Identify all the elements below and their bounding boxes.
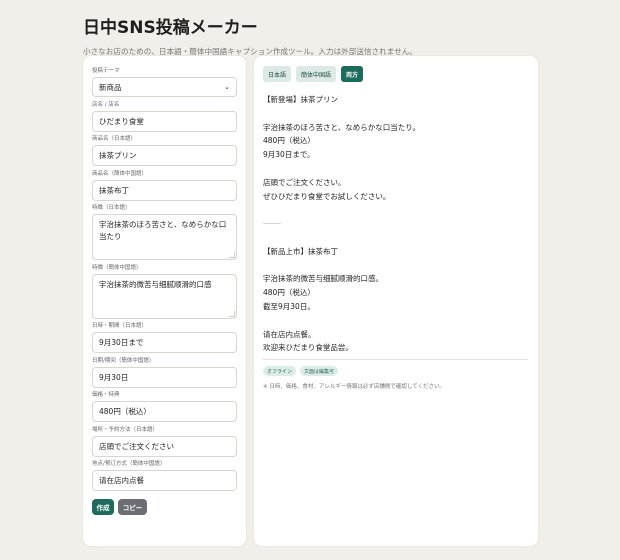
product-name-ja-field: 商品名（日本語） 抹茶プリン [92, 136, 237, 166]
post-line [263, 162, 529, 176]
feature-ja-field: 特徴（日本語） 宇治抹茶のほろ苦さと、なめらかな口当たり [92, 205, 237, 260]
tab-both[interactable]: 両方 [341, 66, 364, 82]
resize-handle-icon[interactable] [229, 252, 235, 258]
feature-ja-label: 特徴（日本語） [92, 205, 131, 211]
post-line: 请在店内点餐。 [263, 329, 316, 339]
create-button[interactable]: 作成 [92, 499, 114, 515]
product-name-ja-input[interactable]: 抹茶プリン [92, 145, 237, 166]
post-line [263, 314, 529, 328]
post-line: 9月30日まで。 [263, 150, 315, 160]
feature-zh-field: 特徴（簡体中国語） 宇治抹茶的微苦与细腻顺滑的口感 [92, 265, 237, 319]
post-preview: 【新登場】抹茶プリン 宇治抹茶のほろ苦さと、なめらかな口当たり。 480円（税込… [263, 93, 529, 355]
date-ja-input[interactable]: 9月30日まで [92, 332, 237, 353]
status-badge: 文面は編集可 [300, 366, 339, 377]
disclaimer-note: ※ 日時、価格、食材、アレルギー情報は必ず店舗側で確認してください。 [263, 384, 446, 391]
shop-name-input[interactable]: ひだまり食堂 [92, 110, 237, 132]
feature-ja-value: 宇治抹茶のほろ苦さと、なめらかな口当たり [99, 220, 227, 241]
shop-name-field: 店名 / 店名 ひだまり食堂 [92, 102, 237, 132]
price-input[interactable]: 480円（税込） [92, 401, 237, 422]
post-line [263, 231, 529, 245]
feature-zh-value: 宇治抹茶的微苦与细腻顺滑的口感 [99, 279, 212, 289]
action-buttons: 作成 コピー [92, 499, 237, 515]
post-line: 欢迎来ひだまり食堂品尝。 [263, 343, 353, 353]
tab-simplified-chinese[interactable]: 簡体中国語 [296, 66, 337, 82]
theme-field: 投稿テーマ 新商品 ⌄ [92, 68, 237, 97]
divider [263, 359, 528, 361]
product-name-zh-label: 商品名（簡体中国語） [92, 170, 148, 177]
post-line: 【新登場】抹茶プリン [263, 95, 338, 104]
post-line: 宇治抹茶的微苦与细腻顺滑的口感。 [263, 274, 383, 284]
resize-handle-icon[interactable] [229, 310, 235, 317]
language-tabs: 日本語 簡体中国語 両方 [263, 66, 529, 82]
place-ja-input[interactable]: 店頭でご注文ください [92, 435, 237, 457]
tab-japanese[interactable]: 日本語 [263, 66, 292, 82]
status-badge: オフライン [263, 366, 297, 377]
form-panel: 投稿テーマ 新商品 ⌄ 店名 / 店名 ひだまり食堂 商品名（日本語） 抹茶プリ… [83, 56, 246, 546]
post-line: 宇治抹茶のほろ苦さと、なめらかな口当たり。 [263, 122, 421, 132]
date-zh-input[interactable]: 9月30日 [92, 366, 237, 388]
price-field: 価格・特典 480円（税込） [92, 392, 237, 422]
header: 日中SNS投稿メーカー 小さなお店のための、日本語・簡体中国語キャプション作成ツ… [83, 13, 417, 57]
product-name-zh-input[interactable]: 抹茶布丁 [92, 179, 237, 201]
post-line [263, 203, 529, 217]
theme-select-value: 新商品 [99, 82, 122, 92]
place-zh-input[interactable]: 请在店内点餐 [92, 470, 237, 491]
place-zh-label: 地点/预订方式（簡体中国語） [92, 461, 166, 467]
status-badges: オフライン 文面は編集可 [263, 366, 529, 377]
date-ja-field: 日時・期間（日本語） 9月30日まで [92, 323, 237, 353]
feature-zh-label: 特徴（簡体中国語） [92, 264, 142, 271]
post-line: ぜひひだまり食堂でお試しください。 [263, 191, 391, 201]
feature-zh-textarea[interactable]: 宇治抹茶的微苦与细腻顺滑的口感 [92, 273, 237, 319]
place-ja-field: 場所・予約方法（日本語） 店頭でご注文ください [92, 427, 237, 457]
chevron-down-icon: ⌄ [224, 82, 230, 91]
date-ja-label: 日時・期間（日本語） [92, 323, 148, 329]
product-name-zh-field: 商品名（簡体中国語） 抹茶布丁 [92, 171, 237, 201]
date-zh-label: 日期/期间（簡体中国語） [92, 357, 155, 364]
copy-button[interactable]: コピー [118, 499, 147, 515]
post-line: 店頭でご注文ください。 [263, 177, 346, 187]
post-line [263, 107, 529, 121]
product-name-ja-label: 商品名（日本語） [92, 136, 137, 142]
post-divider: ——— [263, 220, 281, 228]
post-line: 截至9月30日。 [263, 301, 315, 311]
place-zh-field: 地点/预订方式（簡体中国語） 请在店内点餐 [92, 461, 237, 491]
post-line: 480円（税込） [263, 288, 315, 298]
post-line [263, 259, 529, 273]
feature-ja-textarea[interactable]: 宇治抹茶のほろ苦さと、なめらかな口当たり [92, 214, 237, 260]
price-label: 価格・特典 [92, 392, 120, 398]
theme-label: 投稿テーマ [92, 68, 120, 74]
theme-select[interactable]: 新商品 ⌄ [92, 77, 237, 97]
page-title: 日中SNS投稿メーカー [83, 18, 258, 38]
preview-panel: 日本語 簡体中国語 両方 【新登場】抹茶プリン 宇治抹茶のほろ苦さと、なめらかな… [254, 56, 538, 546]
post-line: 【新品上市】抹茶布丁 [263, 246, 338, 256]
date-zh-field: 日期/期间（簡体中国語） 9月30日 [92, 358, 237, 388]
place-ja-label: 場所・予約方法（日本語） [92, 426, 159, 433]
post-line: 480円（税込） [263, 136, 315, 146]
shop-name-label: 店名 / 店名 [92, 101, 120, 108]
